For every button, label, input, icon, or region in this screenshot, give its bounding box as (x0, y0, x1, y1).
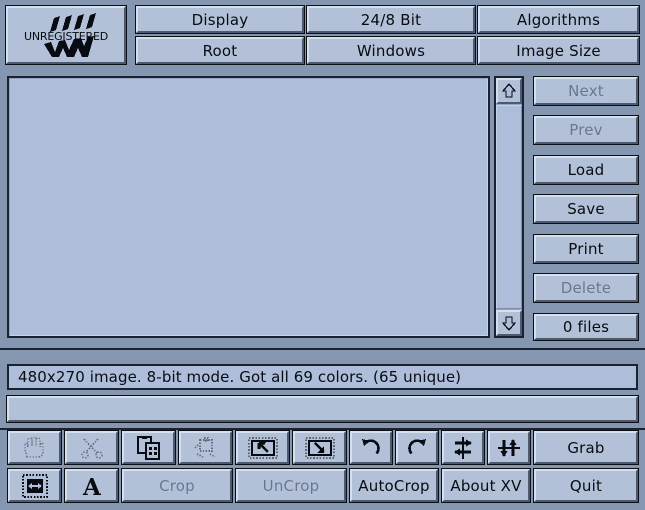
crop-button-label: Crop (159, 476, 195, 495)
quit-button-label: Quit (569, 476, 603, 495)
rotate-cw-icon (408, 438, 426, 454)
menu-image-size[interactable]: Image Size (477, 36, 640, 65)
scroll-up-arrow-icon[interactable] (496, 78, 522, 104)
divider-above-toolbar (0, 428, 645, 430)
autocrop-button-label: AutoCrop (358, 476, 430, 495)
arrow-down-icon (501, 316, 517, 331)
hand-grab-icon (23, 436, 44, 458)
menu-windows-label: Windows (356, 41, 426, 60)
file-list[interactable] (7, 76, 490, 338)
flip-vertical-button[interactable] (487, 430, 531, 465)
cut-icon-button[interactable] (64, 430, 119, 465)
print-button-label: Print (568, 240, 604, 258)
flip-vertical-icon (498, 438, 520, 457)
menu-24-8-bit-label: 24/8 Bit (360, 10, 422, 29)
copy-icon-button[interactable] (121, 430, 176, 465)
flip-horizontal-button[interactable] (441, 430, 485, 465)
xv-controls-window: UNREGISTERED Display 24/8 Bit Algorithms… (0, 0, 645, 510)
rotate-right-button[interactable] (395, 430, 439, 465)
svg-text:A: A (81, 474, 101, 498)
clear-to-icon-button[interactable] (235, 430, 290, 465)
divider-above-status (0, 348, 645, 350)
load-button-label: Load (567, 161, 605, 179)
arrow-up-icon (501, 83, 517, 98)
print-button[interactable]: Print (533, 234, 639, 264)
text-icon-button[interactable]: A (64, 468, 119, 503)
file-count-display: 0 files (533, 313, 639, 341)
prev-button[interactable]: Prev (533, 115, 639, 145)
rotate-ccw-icon (362, 438, 380, 454)
menu-root-label: Root (202, 41, 238, 60)
next-button-label: Next (568, 82, 604, 100)
resize-image-icon (21, 473, 48, 498)
about-xv-button[interactable]: About XV (441, 468, 531, 503)
save-button[interactable]: Save (533, 194, 639, 224)
prev-button-label: Prev (569, 121, 603, 139)
scroll-down-arrow-icon[interactable] (496, 310, 522, 336)
arrow-outof-box-icon (304, 436, 335, 459)
flip-horizontal-icon (454, 436, 472, 459)
grab-button[interactable]: Grab (533, 430, 639, 465)
crop-button[interactable]: Crop (121, 468, 233, 503)
file-count-label: 0 files (562, 318, 610, 336)
paste-icon-button[interactable] (178, 430, 233, 465)
uncrop-button-label: UnCrop (262, 476, 320, 495)
next-button[interactable]: Next (533, 76, 639, 106)
info-panel (6, 395, 639, 423)
load-button[interactable]: Load (533, 155, 639, 185)
delete-button[interactable]: Delete (533, 273, 639, 303)
file-list-scrollbar[interactable] (494, 76, 524, 338)
resize-icon-button[interactable] (7, 468, 62, 503)
scrollbar-thumb[interactable] (496, 105, 522, 309)
text-a-icon: A (81, 474, 101, 498)
uncrop-button[interactable]: UnCrop (235, 468, 347, 503)
paste-icon (193, 436, 215, 458)
rotate-left-button[interactable] (349, 430, 393, 465)
clipboard-copy-icon (136, 435, 160, 460)
grab-button-label: Grab (567, 438, 605, 457)
quit-button[interactable]: Quit (533, 468, 639, 503)
clear-from-icon-button[interactable] (292, 430, 347, 465)
grab-hand-icon-button[interactable] (7, 430, 62, 465)
about-xv-button-label: About XV (450, 476, 522, 495)
menu-algorithms[interactable]: Algorithms (477, 5, 640, 34)
arrow-into-box-icon (247, 436, 278, 459)
menu-display[interactable]: Display (135, 5, 305, 34)
scissors-cut-icon (80, 437, 103, 459)
save-button-label: Save (567, 200, 605, 218)
xv-logo[interactable]: UNREGISTERED (5, 5, 127, 65)
autocrop-button[interactable]: AutoCrop (349, 468, 439, 503)
menu-display-label: Display (191, 10, 249, 29)
xv-logo-graphic: UNREGISTERED (24, 13, 108, 57)
status-bar: 480x270 image. 8-bit mode. Got all 69 co… (7, 364, 638, 390)
svg-text:UNREGISTERED: UNREGISTERED (24, 30, 108, 43)
status-text: 480x270 image. 8-bit mode. Got all 69 co… (18, 368, 462, 386)
menu-24-8-bit[interactable]: 24/8 Bit (306, 5, 476, 34)
menu-algorithms-label: Algorithms (516, 10, 601, 29)
menu-windows[interactable]: Windows (306, 36, 476, 65)
menu-root[interactable]: Root (135, 36, 305, 65)
delete-button-label: Delete (560, 279, 612, 297)
menu-image-size-label: Image Size (516, 41, 601, 60)
